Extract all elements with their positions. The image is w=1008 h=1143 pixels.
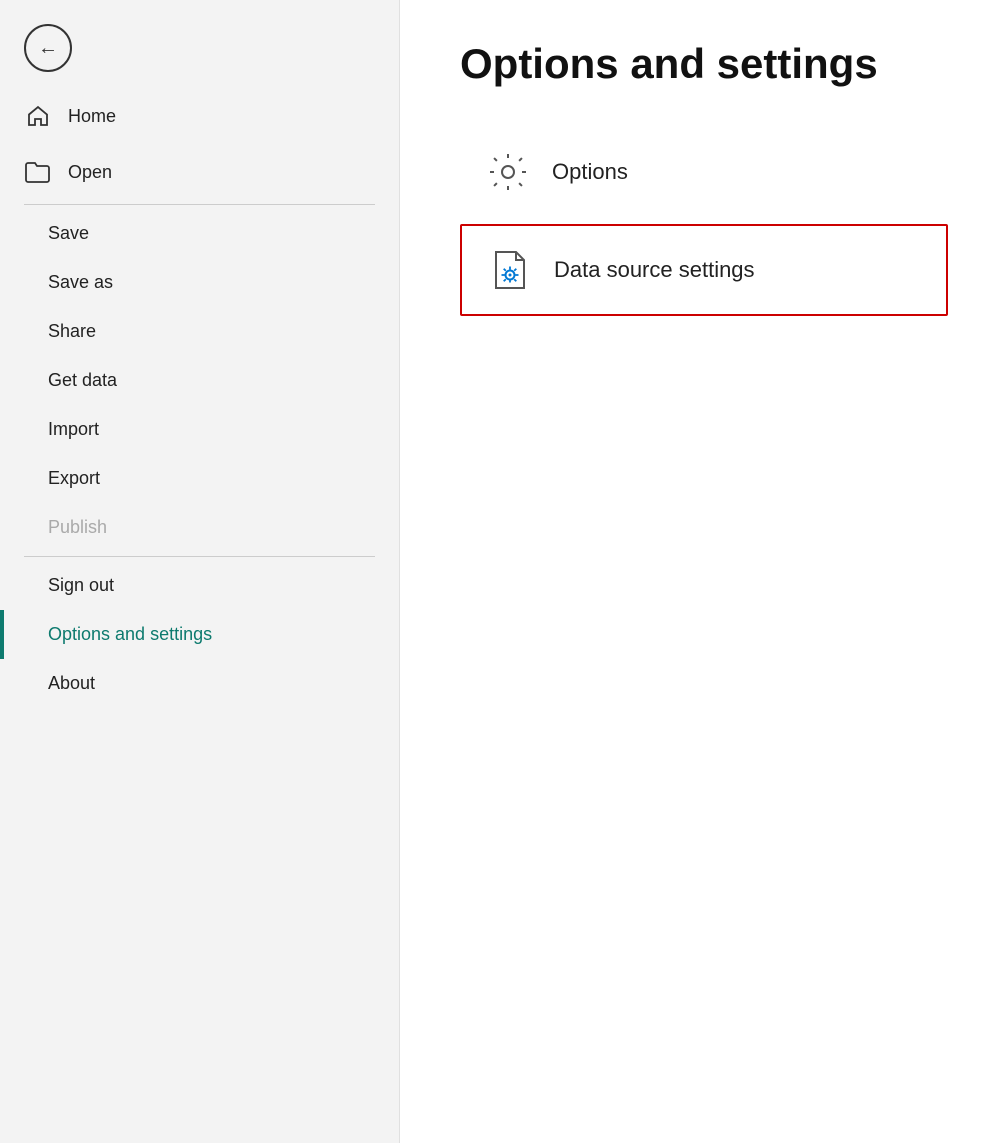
data-source-settings-label: Data source settings <box>554 257 755 283</box>
gear-icon <box>484 148 532 196</box>
divider-bottom <box>24 556 375 557</box>
sidebar-item-home[interactable]: Home <box>0 88 399 144</box>
sidebar-item-about[interactable]: About <box>0 659 399 708</box>
options-label: Options <box>552 159 628 185</box>
sidebar-item-save-as[interactable]: Save as <box>0 258 399 307</box>
sidebar-item-share[interactable]: Share <box>0 307 399 356</box>
back-button[interactable]: ← <box>24 24 72 72</box>
sidebar-item-export[interactable]: Export <box>0 454 399 503</box>
back-arrow-icon: ← <box>38 38 58 58</box>
sidebar-item-get-data[interactable]: Get data <box>0 356 399 405</box>
data-source-settings-item[interactable]: Data source settings <box>460 224 948 316</box>
options-item[interactable]: Options <box>460 128 948 216</box>
sidebar-item-open[interactable]: Open <box>0 144 399 200</box>
sidebar: ← Home Open Save Save as Share Get data <box>0 0 400 1143</box>
sidebar-item-save[interactable]: Save <box>0 209 399 258</box>
sidebar-item-publish: Publish <box>0 503 399 552</box>
sidebar-home-label: Home <box>68 106 116 127</box>
sidebar-item-import[interactable]: Import <box>0 405 399 454</box>
divider-top <box>24 204 375 205</box>
datasource-icon <box>486 246 534 294</box>
sidebar-item-options-settings[interactable]: Options and settings <box>0 610 399 659</box>
main-content: Options and settings Options Data sou <box>400 0 1008 1143</box>
sidebar-open-label: Open <box>68 162 112 183</box>
page-title: Options and settings <box>460 40 948 88</box>
sidebar-item-sign-out[interactable]: Sign out <box>0 561 399 610</box>
home-icon <box>24 102 52 130</box>
folder-icon <box>24 158 52 186</box>
